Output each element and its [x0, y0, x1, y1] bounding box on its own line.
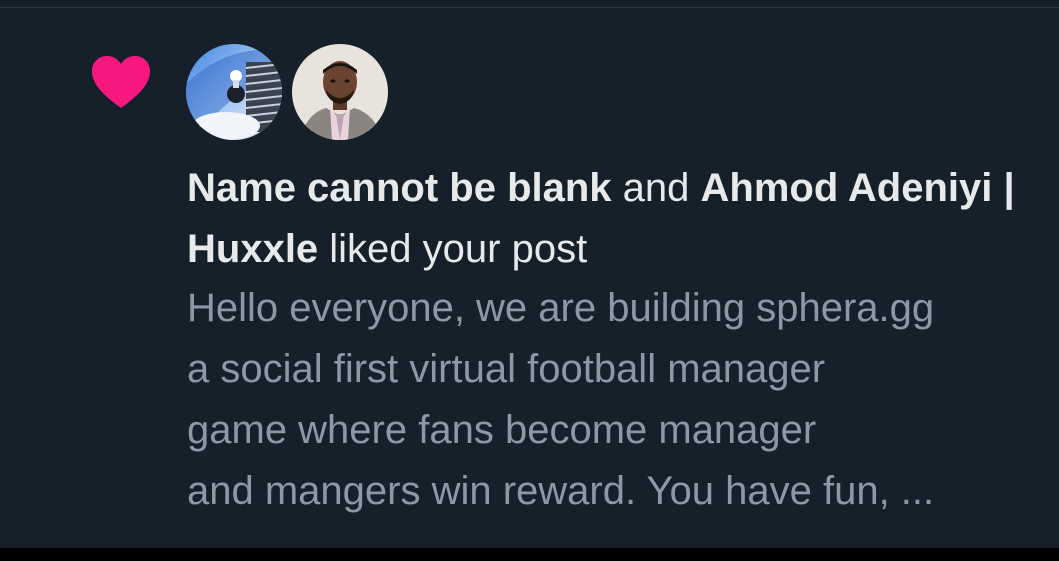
avatar[interactable]: [186, 44, 282, 140]
action-text: liked your post: [318, 227, 588, 271]
post-preview-line: game where fans become manager: [187, 408, 817, 452]
connector-text: and: [611, 166, 701, 210]
top-divider: [0, 0, 1059, 8]
post-preview-line: Hello everyone, we are building sphera.g…: [187, 286, 935, 330]
notification-text[interactable]: Name cannot be blank and Ahmod Adeniyi |…: [187, 158, 1047, 280]
post-preview-line: and mangers win reward. You have fun, ..…: [187, 469, 935, 513]
post-preview[interactable]: Hello everyone, we are building sphera.g…: [187, 278, 1047, 522]
bottom-bar: [0, 548, 1059, 561]
post-preview-line: a social first virtual football manager: [187, 347, 826, 391]
heart-icon: [90, 54, 152, 110]
actor-name-1[interactable]: Name cannot be blank: [187, 166, 612, 210]
avatar[interactable]: [292, 44, 388, 140]
